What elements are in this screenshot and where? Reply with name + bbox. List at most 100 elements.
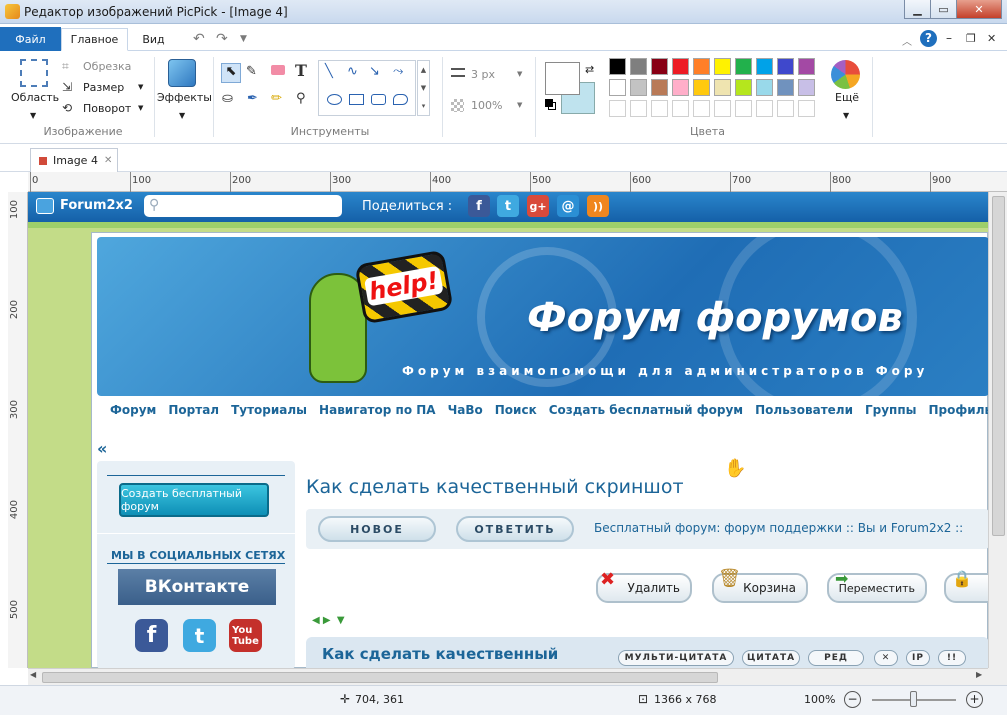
- vkontakte-logo: ВКонтакте: [118, 569, 276, 605]
- rotate-dropdown-icon[interactable]: ▼: [138, 104, 143, 112]
- custom-color-slot[interactable]: [651, 100, 668, 117]
- palette-swatch[interactable]: [777, 58, 794, 75]
- scroll-right-icon[interactable]: ▶: [976, 670, 982, 679]
- close-button[interactable]: ✕: [956, 0, 1002, 19]
- doc-close-icon[interactable]: ✕: [987, 32, 996, 45]
- resize-dropdown-icon[interactable]: ▼: [138, 83, 143, 91]
- palette-swatch[interactable]: [756, 58, 773, 75]
- pen-tool-icon[interactable]: ✒: [247, 91, 258, 106]
- maximize-button[interactable]: ▭: [930, 0, 957, 19]
- palette-swatch[interactable]: [798, 79, 815, 96]
- custom-color-slot[interactable]: [609, 100, 626, 117]
- zoom-in-button[interactable]: +: [966, 691, 983, 708]
- vertical-scrollbar[interactable]: [988, 192, 1007, 668]
- custom-color-slot[interactable]: [630, 100, 647, 117]
- vertical-scroll-thumb[interactable]: [992, 196, 1005, 536]
- custom-color-slot[interactable]: [777, 100, 794, 117]
- ellipse-shape-icon[interactable]: [327, 94, 342, 105]
- area-dropdown-icon[interactable]: ▼: [30, 111, 36, 120]
- edit-button: РЕД: [808, 650, 864, 666]
- select-tool-icon[interactable]: ⬉: [221, 63, 241, 83]
- palette-swatch[interactable]: [630, 58, 647, 75]
- custom-color-slot[interactable]: [693, 100, 710, 117]
- doc-minimize-icon[interactable]: –: [946, 31, 952, 45]
- ruler-label: 100: [132, 175, 152, 186]
- horizontal-scrollbar[interactable]: ◀ ▶: [28, 668, 988, 685]
- palette-swatch[interactable]: [798, 58, 815, 75]
- palette-swatch[interactable]: [630, 79, 647, 96]
- help-sign-text: help!: [363, 265, 444, 307]
- palette-swatch[interactable]: [672, 79, 689, 96]
- curved-arrow-shape-icon[interactable]: ⤳: [393, 64, 403, 79]
- palette-swatch[interactable]: [777, 79, 794, 96]
- custom-color-slot[interactable]: [714, 100, 731, 117]
- more-colors-button[interactable]: Ещё: [835, 91, 859, 104]
- zoom-out-button[interactable]: −: [844, 691, 861, 708]
- tab-close-icon[interactable]: ✕: [104, 155, 112, 166]
- zoom-slider-thumb[interactable]: [910, 691, 917, 707]
- tab-file[interactable]: Файл: [0, 27, 61, 51]
- image-canvas[interactable]: Forum2x2 ⚲ Поделиться : f t g+ @ )) help…: [28, 192, 988, 668]
- forum-nav: Форум Портал Туториалы Навигатор по ПА ЧаВо П…: [110, 403, 988, 423]
- palette-swatch[interactable]: [714, 58, 731, 75]
- swap-colors-icon[interactable]: ⇄: [585, 63, 594, 76]
- palette-swatch[interactable]: [735, 79, 752, 96]
- undo-icon[interactable]: ↶: [193, 31, 205, 47]
- tab-view[interactable]: Вид: [131, 28, 176, 51]
- arrow-shape-icon[interactable]: ↘: [369, 64, 380, 79]
- quick-access-dropdown-icon[interactable]: ▼: [240, 34, 247, 44]
- horizontal-scroll-thumb[interactable]: [42, 672, 718, 683]
- custom-color-slot[interactable]: [798, 100, 815, 117]
- rectangle-shape-icon[interactable]: [349, 94, 364, 105]
- palette-swatch[interactable]: [714, 79, 731, 96]
- opacity-dropdown-icon[interactable]: ▼: [517, 101, 522, 109]
- text-tool-icon[interactable]: T: [295, 61, 307, 80]
- tab-home[interactable]: Главное: [61, 28, 128, 51]
- tab-image-4[interactable]: Image 4 ✕: [30, 148, 118, 172]
- ruler-label: 700: [732, 175, 752, 186]
- custom-color-slot[interactable]: [735, 100, 752, 117]
- rounded-rect-shape-icon[interactable]: [371, 94, 386, 105]
- area-button[interactable]: Область: [11, 91, 59, 104]
- effects-dropdown-icon[interactable]: ▼: [179, 111, 185, 120]
- custom-color-slot[interactable]: [756, 100, 773, 117]
- doc-restore-icon[interactable]: ❐: [966, 32, 976, 45]
- reset-colors-icon[interactable]: [545, 99, 553, 107]
- palette-swatch[interactable]: [735, 58, 752, 75]
- palette-swatch[interactable]: [672, 58, 689, 75]
- minimize-button[interactable]: ▁: [904, 0, 931, 19]
- stroke-width-dropdown-icon[interactable]: ▼: [517, 70, 522, 78]
- more-colors-dropdown-icon[interactable]: ▼: [843, 111, 849, 120]
- help-icon[interactable]: ?: [920, 30, 937, 47]
- stroke-width-value[interactable]: 3 px: [471, 68, 495, 81]
- curve-shape-icon[interactable]: ∿: [347, 64, 358, 79]
- search-icon: ⚲: [149, 197, 160, 213]
- callout-shape-icon[interactable]: [393, 94, 408, 105]
- eraser-tool-icon[interactable]: [271, 65, 285, 75]
- palette-swatch[interactable]: [693, 58, 710, 75]
- scroll-left-icon[interactable]: ◀: [30, 670, 36, 679]
- palette-swatch[interactable]: [651, 79, 668, 96]
- highlighter-tool-icon[interactable]: ✏: [271, 91, 282, 106]
- social-title: МЫ В СОЦИАЛЬНЫХ СЕТЯХ: [111, 549, 286, 562]
- redo-icon[interactable]: ↷: [216, 31, 228, 47]
- primary-color-swatch[interactable]: [545, 62, 580, 95]
- crop-button[interactable]: Обрезка: [83, 60, 131, 73]
- collapse-ribbon-icon[interactable]: ︿: [902, 33, 912, 48]
- opacity-value[interactable]: 100%: [471, 99, 502, 112]
- brush-tool-icon[interactable]: ✎: [246, 64, 257, 79]
- palette-swatch[interactable]: [609, 58, 626, 75]
- palette-swatch[interactable]: [609, 79, 626, 96]
- fill-tool-icon[interactable]: ⛀: [222, 91, 233, 106]
- custom-color-slot[interactable]: [672, 100, 689, 117]
- color-picker-icon[interactable]: ⚲: [296, 91, 306, 106]
- rotate-button[interactable]: Поворот: [83, 102, 131, 115]
- shapes-gallery-scroll[interactable]: ▲ ▼ ▾: [417, 60, 430, 116]
- palette-swatch[interactable]: [756, 79, 773, 96]
- effects-button[interactable]: Эффекты: [157, 91, 212, 104]
- line-shape-icon[interactable]: ╲: [325, 64, 333, 79]
- palette-swatch[interactable]: [693, 79, 710, 96]
- color-palette: [609, 58, 819, 120]
- palette-swatch[interactable]: [651, 58, 668, 75]
- resize-button[interactable]: Размер: [83, 81, 124, 94]
